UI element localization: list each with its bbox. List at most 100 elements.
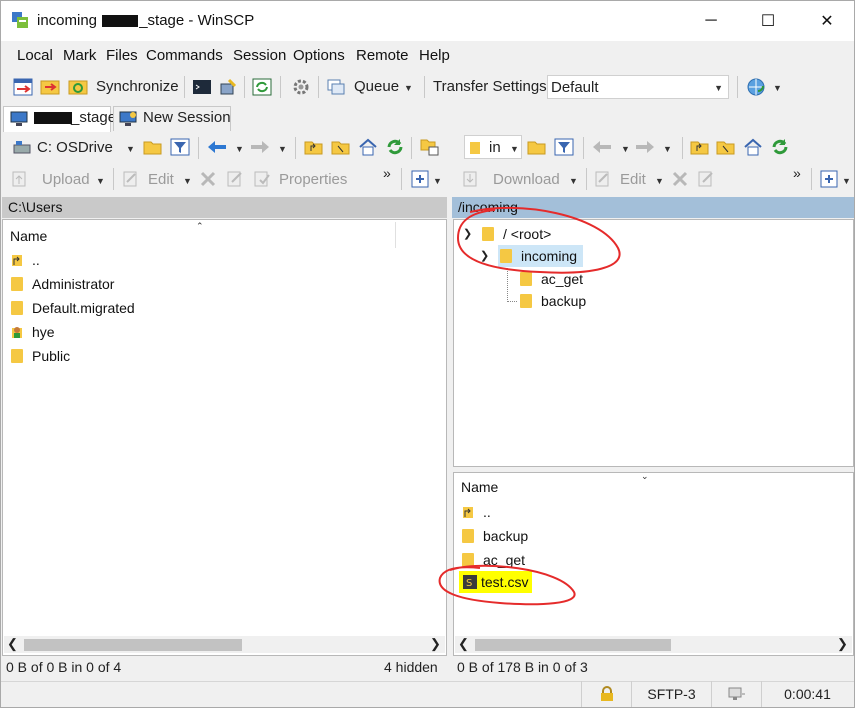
tree-node-backup[interactable]: backup <box>520 290 586 312</box>
remote-dir-select[interactable]: in ▼ <box>464 135 522 159</box>
remote-row-parent[interactable]: .. <box>462 501 491 523</box>
local-row-public[interactable]: Public <box>11 345 70 367</box>
compare-dirs-icon[interactable] <box>12 76 34 98</box>
toolbar-overflow-chevron[interactable]: » <box>383 165 391 181</box>
local-row-parent[interactable]: .. <box>11 249 40 271</box>
remote-row-backup[interactable]: backup <box>462 525 528 547</box>
globe-dropdown-caret[interactable]: ▼ <box>773 83 782 93</box>
find-files-icon[interactable] <box>419 136 441 158</box>
refresh-icon[interactable] <box>384 136 406 158</box>
local-scroll-thumb[interactable] <box>24 639 242 651</box>
local-row-default-migrated[interactable]: Default.migrated <box>11 297 135 319</box>
queue-dropdown-caret[interactable]: ▼ <box>404 83 413 93</box>
new-plus-icon[interactable] <box>409 168 431 190</box>
scroll-left-icon[interactable]: ❮ <box>7 636 18 652</box>
menu-commands[interactable]: Commands <box>146 47 223 64</box>
close-button[interactable]: ✕ <box>812 7 842 35</box>
tree-node-ac-get[interactable]: ac_get <box>520 268 583 290</box>
tree-node-incoming[interactable]: incoming <box>498 245 584 267</box>
local-horizontal-scrollbar[interactable]: ❮ ❯ <box>4 636 445 653</box>
parent-dir-icon <box>11 253 23 267</box>
local-row-hye[interactable]: hye <box>11 321 55 343</box>
home-icon[interactable] <box>357 136 379 158</box>
filter-icon[interactable] <box>169 136 191 158</box>
new-dropdown-caret[interactable]: ▼ <box>842 176 851 186</box>
drive-select[interactable]: C: OSDrive ▼ <box>9 135 137 159</box>
local-name-column-header[interactable]: Name <box>10 228 47 244</box>
refresh-icon[interactable] <box>769 136 791 158</box>
local-row-administrator[interactable]: Administrator <box>11 273 114 295</box>
remote-row-ac-get[interactable]: ac_get <box>462 549 525 571</box>
transfer-settings-value: Default <box>551 79 599 96</box>
file-name: Administrator <box>32 276 115 292</box>
remote-scroll-thumb[interactable] <box>475 639 671 651</box>
protocol-label: SFTP-3 <box>631 681 711 707</box>
keep-up-to-date-icon[interactable] <box>251 76 273 98</box>
scroll-left-icon[interactable]: ❮ <box>458 636 469 652</box>
parent-dir-icon[interactable] <box>303 136 325 158</box>
gear-icon[interactable] <box>290 76 312 98</box>
open-folder-icon[interactable] <box>142 136 164 158</box>
upload-button: Upload <box>42 171 90 188</box>
file-name: backup <box>483 528 529 544</box>
putty-icon[interactable] <box>218 76 240 98</box>
tree-node-label: backup <box>541 293 587 309</box>
terminal-icon[interactable] <box>191 76 213 98</box>
transfer-settings-select[interactable]: Default ▼ <box>547 75 729 99</box>
new-dropdown-caret[interactable]: ▼ <box>433 176 442 186</box>
home-icon[interactable] <box>742 136 764 158</box>
root-dir-icon[interactable] <box>715 136 737 158</box>
edit-button: Edit <box>620 171 646 188</box>
remote-row-test-csv[interactable]: S test.csv <box>459 571 533 593</box>
menu-mark[interactable]: Mark <box>63 47 96 64</box>
collapse-chevron-icon[interactable]: ❯ <box>463 227 472 240</box>
tab-new-session[interactable]: New Session <box>113 106 231 131</box>
menu-remote[interactable]: Remote <box>356 47 409 64</box>
parent-dir-icon[interactable] <box>689 136 711 158</box>
maximize-button[interactable]: ☐ <box>753 7 783 35</box>
remote-name-column-header[interactable]: Name <box>461 479 498 495</box>
scroll-right-icon[interactable]: ❯ <box>430 636 441 652</box>
edit-dropdown-caret: ▼ <box>655 176 664 186</box>
properties-icon <box>251 168 273 190</box>
back-arrow-icon[interactable] <box>206 136 228 158</box>
csv-file-icon: S <box>463 575 477 589</box>
root-dir-icon[interactable] <box>330 136 352 158</box>
back-arrow-icon <box>591 136 613 158</box>
globe-sync-icon[interactable] <box>745 76 767 98</box>
network-icon <box>711 681 761 707</box>
remote-horizontal-scrollbar[interactable]: ❮ ❯ <box>455 636 852 653</box>
minimize-button[interactable]: ─ <box>696 7 726 35</box>
back-dropdown-caret[interactable]: ▼ <box>235 144 244 154</box>
collapse-chevron-icon[interactable]: ❯ <box>480 249 489 262</box>
file-name: .. <box>32 252 40 268</box>
tree-node-root[interactable]: / <root> <box>482 223 551 245</box>
tab-session[interactable]: _stage <box>3 106 116 132</box>
menu-files[interactable]: Files <box>106 47 138 64</box>
toolbar-overflow-chevron[interactable]: » <box>793 165 801 181</box>
synchronize-icon[interactable] <box>67 76 89 98</box>
remote-file-list[interactable]: Name ⌄ .. backup ac_get S test.csv ❮ ❯ <box>453 471 854 656</box>
scroll-right-icon[interactable]: ❯ <box>837 636 848 652</box>
toolbar-separator <box>244 76 245 98</box>
upload-icon <box>9 168 31 190</box>
menu-session[interactable]: Session <box>233 47 286 64</box>
new-plus-icon[interactable] <box>818 168 840 190</box>
menu-local[interactable]: Local <box>17 47 53 64</box>
remote-dir-tree[interactable]: ❯ / <root> ❯ incoming ac_get backup <box>453 219 854 467</box>
local-nav-toolbar: C: OSDrive ▼ ▼ ▼ <box>1 134 447 162</box>
queue-button[interactable]: Queue <box>354 78 399 95</box>
menu-options[interactable]: Options <box>293 47 345 64</box>
menu-help[interactable]: Help <box>419 47 450 64</box>
open-folder-icon[interactable] <box>526 136 548 158</box>
filter-icon[interactable] <box>553 136 575 158</box>
local-file-list[interactable]: Name ⌃ .. Administrator Default.migrated… <box>2 219 447 656</box>
toolbar-separator <box>411 137 412 159</box>
queue-icon[interactable] <box>325 76 347 98</box>
menu-bar: Local Mark Files Commands Session Option… <box>1 43 854 69</box>
synchronize-button[interactable]: Synchronize <box>96 78 179 95</box>
toolbar-separator <box>401 168 402 190</box>
sync-browse-icon[interactable] <box>39 76 61 98</box>
folder-icon <box>520 272 532 286</box>
remote-actions-toolbar: Download ▼ Edit ▼ » ▼ <box>456 165 854 193</box>
